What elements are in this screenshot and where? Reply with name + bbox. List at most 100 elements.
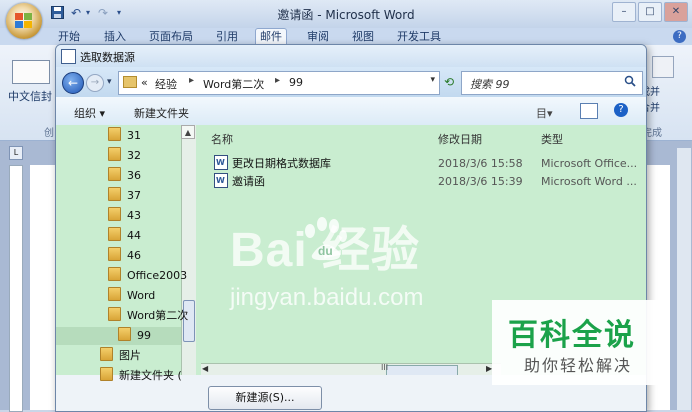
maximize-button[interactable]: □ bbox=[638, 2, 662, 22]
tree-item-label: 图片 bbox=[119, 349, 141, 362]
scroll-left-icon[interactable]: ◀ bbox=[202, 364, 208, 373]
word-document-icon bbox=[214, 154, 228, 172]
refresh-icon[interactable]: ⟲ bbox=[444, 75, 458, 89]
folder-icon bbox=[108, 247, 121, 261]
tree-item[interactable]: 44 bbox=[108, 227, 141, 245]
word-document-icon bbox=[61, 49, 76, 64]
tree-item[interactable]: 32 bbox=[108, 147, 141, 165]
tree-item[interactable]: 36 bbox=[108, 167, 141, 185]
column-header-date[interactable]: 修改日期 bbox=[438, 131, 482, 147]
recent-locations-dropdown[interactable]: ▾ bbox=[107, 77, 112, 87]
folder-icon bbox=[100, 367, 113, 381]
ruler-tab-selector[interactable]: L bbox=[9, 146, 23, 160]
folder-icon bbox=[108, 167, 121, 181]
help-icon[interactable]: ? bbox=[673, 30, 686, 43]
folder-icon bbox=[108, 307, 121, 321]
word-document-icon bbox=[214, 172, 228, 190]
office-button[interactable] bbox=[6, 3, 42, 39]
preview-pane-icon[interactable] bbox=[580, 103, 598, 119]
folder-icon bbox=[108, 187, 121, 201]
baike-watermark-subtitle: 助你轻松解决 bbox=[524, 356, 633, 375]
scroll-grip: III bbox=[381, 363, 389, 372]
breadcrumb-jingyan[interactable]: 经验 bbox=[155, 76, 177, 92]
tab-page-layout[interactable]: 页面布局 bbox=[145, 29, 197, 45]
tab-developer[interactable]: 开发工具 bbox=[393, 29, 445, 45]
ribbon-tab-bar: 开始 插入 页面布局 引用 邮件 审阅 视图 开发工具 bbox=[0, 28, 692, 45]
breadcrumb-99[interactable]: 99 bbox=[289, 76, 303, 89]
breadcrumb-separator[interactable]: ▸ bbox=[189, 75, 194, 86]
file-row[interactable]: 邀请函 bbox=[214, 172, 265, 191]
tree-item[interactable]: Office2003 bbox=[108, 267, 187, 285]
file-date: 2018/3/6 15:58 bbox=[438, 157, 523, 170]
address-dropdown-icon[interactable]: ▾ bbox=[430, 75, 435, 85]
folder-icon bbox=[108, 147, 121, 161]
tree-item-label: Word bbox=[127, 289, 156, 302]
search-input[interactable]: 搜索 99 bbox=[461, 71, 643, 95]
tree-item[interactable]: Word bbox=[108, 287, 155, 305]
column-header-name[interactable]: 名称 bbox=[211, 131, 233, 147]
tab-home[interactable]: 开始 bbox=[54, 29, 84, 45]
address-bar[interactable]: « 经验 ▸ Word第二次 ▸ 99 ▾ bbox=[118, 71, 440, 95]
tree-item-label: 新建文件夹 ( bbox=[119, 369, 182, 382]
tree-item[interactable]: 99 bbox=[56, 327, 181, 345]
dialog-title: 选取数据源 bbox=[80, 51, 135, 64]
forward-arrow-icon[interactable]: → bbox=[86, 74, 104, 92]
close-button[interactable]: ✕ bbox=[664, 2, 688, 22]
tree-item-label: 99 bbox=[137, 329, 151, 342]
folder-icon bbox=[108, 207, 121, 221]
envelope-icon bbox=[12, 60, 50, 84]
baike-watermark-title: 百科全说 bbox=[508, 318, 636, 353]
help-icon[interactable]: ? bbox=[614, 103, 628, 117]
folder-icon bbox=[108, 287, 121, 301]
tree-item-label: 32 bbox=[127, 149, 141, 162]
file-date: 2018/3/6 15:39 bbox=[438, 175, 523, 188]
folder-icon bbox=[123, 76, 137, 88]
search-icon[interactable] bbox=[624, 75, 636, 87]
dialog-title-bar bbox=[56, 45, 646, 67]
file-name: 邀请函 bbox=[232, 175, 265, 188]
tab-review[interactable]: 审阅 bbox=[303, 29, 333, 45]
folder-icon bbox=[108, 227, 121, 241]
folder-icon bbox=[108, 127, 121, 141]
file-row[interactable]: 更改日期格式数据库 bbox=[214, 154, 331, 173]
document-vertical-scrollbar[interactable] bbox=[676, 148, 691, 410]
tree-item[interactable]: 37 bbox=[108, 187, 141, 205]
baidu-paw-icon: du bbox=[305, 217, 347, 261]
tree-item-label: Office2003 bbox=[127, 269, 188, 282]
tree-item[interactable]: Word第二次 bbox=[108, 307, 188, 325]
tree-item[interactable]: 31 bbox=[108, 127, 141, 145]
tree-item-label: 36 bbox=[127, 169, 141, 182]
tree-item[interactable]: 46 bbox=[108, 247, 141, 265]
column-header-type[interactable]: 类型 bbox=[541, 131, 563, 147]
window-title: 邀请函 - Microsoft Word bbox=[277, 8, 415, 22]
tree-item[interactable]: 新建文件夹 ( bbox=[100, 367, 182, 385]
new-folder-button[interactable]: 新建文件夹 bbox=[134, 105, 189, 121]
folder-icon bbox=[108, 267, 121, 281]
tab-references[interactable]: 引用 bbox=[212, 29, 242, 45]
baidu-watermark-url: jingyan.baidu.com bbox=[230, 284, 424, 311]
window-controls: – □ ✕ bbox=[610, 2, 688, 22]
organize-button[interactable]: 组织 ▾ bbox=[74, 105, 105, 121]
minimize-button[interactable]: – bbox=[612, 2, 636, 22]
tree-item-label: 44 bbox=[127, 229, 141, 242]
tab-view[interactable]: 视图 bbox=[348, 29, 378, 45]
tree-item-label: Word第二次 bbox=[127, 309, 189, 322]
views-menu-button[interactable]: 目▾ bbox=[536, 105, 553, 121]
tab-insert[interactable]: 插入 bbox=[100, 29, 130, 45]
tree-item-label: 31 bbox=[127, 129, 141, 142]
tree-item[interactable]: 图片 bbox=[100, 347, 141, 365]
chinese-envelope-button[interactable]: 中文信封 bbox=[8, 88, 52, 104]
scroll-up-icon[interactable]: ▲ bbox=[181, 125, 195, 139]
new-source-button[interactable]: 新建源(S)... bbox=[208, 386, 322, 410]
breadcrumb-overflow[interactable]: « bbox=[141, 76, 148, 89]
baidu-du-text: du bbox=[318, 244, 333, 258]
breadcrumb-separator[interactable]: ▸ bbox=[275, 75, 280, 86]
back-arrow-icon[interactable]: ← bbox=[62, 72, 84, 94]
tree-item-label: 43 bbox=[127, 209, 141, 222]
vertical-ruler bbox=[9, 165, 23, 412]
tab-mailings[interactable]: 邮件 bbox=[255, 28, 287, 45]
breadcrumb-word-second[interactable]: Word第二次 bbox=[203, 76, 264, 92]
tree-item[interactable]: 43 bbox=[108, 207, 141, 225]
tree-item-label: 46 bbox=[127, 249, 141, 262]
ribbon-group-label-create: 创 bbox=[44, 128, 54, 139]
